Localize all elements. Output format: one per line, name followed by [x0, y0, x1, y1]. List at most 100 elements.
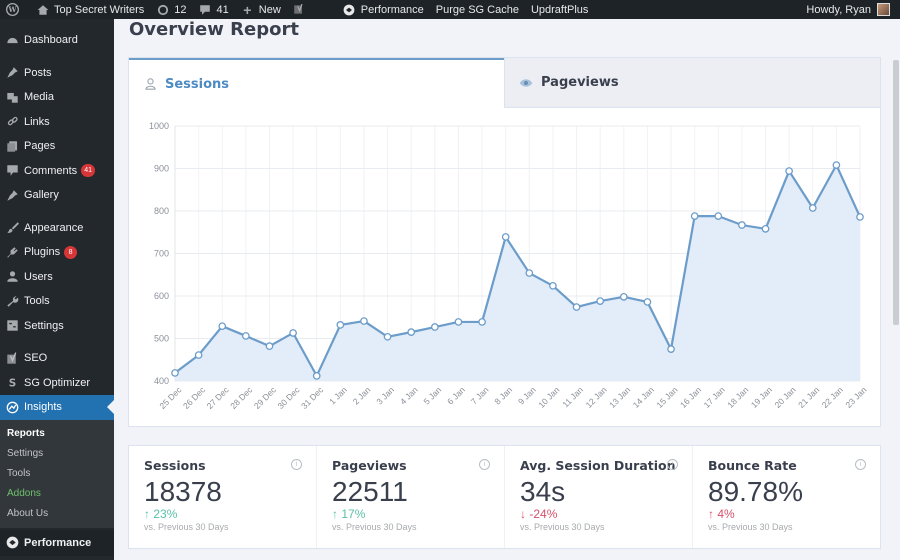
- sidebar-item-dashboard[interactable]: Dashboard: [0, 28, 114, 53]
- brush-icon: [5, 221, 19, 235]
- tab-label: Pageviews: [541, 75, 619, 90]
- data-point: [265, 342, 274, 350]
- data-point: [430, 323, 439, 331]
- stat-card-sessions: Sessions i 18378 ↑ 23% vs. Previous 30 Days: [129, 446, 316, 548]
- comment-icon: [199, 3, 212, 16]
- sidebar-label: Links: [24, 115, 50, 128]
- stat-change: ↓ -24%: [520, 507, 677, 521]
- submenu-reports[interactable]: Reports: [0, 424, 114, 444]
- purge-cache-link[interactable]: Purge SG Cache: [430, 0, 525, 19]
- data-point: [478, 318, 486, 326]
- sessions-chart: 400 500 600 700 800 900 1000 25 Dec26 Dec27 Dec…: [149, 121, 869, 411]
- stat-card-bounce-rate: Bounce Rate i 89.78% ↑ 4% vs. Previous 30 Da…: [693, 446, 880, 548]
- data-point: [738, 221, 746, 229]
- sidebar-item-posts[interactable]: Posts: [0, 61, 114, 86]
- sidebar-item-pages[interactable]: Pages: [0, 134, 114, 159]
- sidebar-item-gallery[interactable]: Gallery: [0, 183, 114, 208]
- sidebar-item-settings[interactable]: Settings: [0, 314, 114, 339]
- user-icon: [5, 270, 19, 284]
- comments-badge: 41: [81, 164, 95, 178]
- tab-pageviews[interactable]: Pageviews: [504, 58, 880, 108]
- sidebar-item-plugins[interactable]: Plugins 8: [0, 240, 114, 265]
- sidebar-label: Users: [24, 270, 53, 283]
- comments-menu[interactable]: 41: [193, 0, 235, 19]
- updraftplus-menu[interactable]: UpdraftPlus: [525, 0, 594, 19]
- data-point: [761, 225, 770, 233]
- stat-title: Pageviews: [332, 458, 407, 473]
- plugins-badge: 8: [64, 245, 78, 259]
- admin-sidebar: Dashboard Posts Media Links Pages Commen…: [0, 19, 114, 560]
- info-icon[interactable]: i: [479, 459, 490, 470]
- new-content-menu[interactable]: + New: [235, 0, 287, 19]
- stat-compare: vs. Previous 30 Days: [332, 522, 417, 532]
- stat-change: ↑ 17%: [332, 507, 489, 521]
- submenu-tools[interactable]: Tools: [0, 464, 114, 484]
- submenu-about-us[interactable]: About Us: [0, 504, 114, 524]
- yoast-icon: [5, 351, 19, 365]
- data-point: [242, 332, 250, 340]
- plus-icon: +: [243, 1, 252, 18]
- data-point: [454, 318, 463, 326]
- wrench-icon: [5, 294, 19, 308]
- sidebar-label: Posts: [24, 66, 52, 79]
- stat-card-pageviews: Pageviews i 22511 ↑ 17% vs. Previous 30 Days: [317, 446, 504, 548]
- updraftplus-label: UpdraftPlus: [530, 3, 589, 16]
- sidebar-item-media[interactable]: Media: [0, 85, 114, 110]
- sidebar-label: Settings: [24, 319, 64, 332]
- data-point: [218, 322, 227, 331]
- submenu-addons[interactable]: Addons: [0, 484, 114, 504]
- sidebar-item-comments[interactable]: Comments 41: [0, 159, 114, 184]
- yoast-menu[interactable]: [287, 0, 317, 19]
- stat-value: 22511: [332, 476, 408, 507]
- data-point: [596, 297, 605, 305]
- sidebar-label: Pages: [24, 140, 56, 153]
- sidebar-label: Performance: [24, 536, 92, 549]
- sidebar-item-appearance[interactable]: Appearance: [0, 216, 114, 241]
- x-tick-label: 4 Jan: [398, 385, 420, 407]
- sidebar-item-performance[interactable]: Performance: [0, 529, 114, 556]
- data-point: [832, 161, 841, 169]
- wp-logo-menu[interactable]: W: [0, 0, 30, 19]
- x-tick-label: 3 Jan: [374, 385, 396, 407]
- x-tick-label: 19 Jan: [749, 385, 774, 410]
- sidebar-item-sg-optimizer[interactable]: S SG Optimizer: [0, 371, 114, 396]
- data-point: [667, 345, 675, 353]
- data-point: [808, 204, 817, 212]
- data-point: [643, 298, 652, 306]
- y-tick-label: 700: [154, 249, 169, 259]
- sidebar-item-links[interactable]: Links: [0, 110, 114, 135]
- tab-label: Sessions: [165, 76, 230, 92]
- page-scrollbar[interactable]: [893, 60, 899, 325]
- info-icon[interactable]: i: [291, 459, 302, 470]
- site-name: Top Secret Writers: [54, 3, 145, 16]
- x-tick-label: 10 Jan: [536, 385, 561, 410]
- stat-card-avg-session-duration: Avg. Session Duration i 34s ↓ -24% vs. Previ…: [505, 446, 692, 548]
- sg-icon: S: [5, 376, 19, 390]
- y-tick-label: 900: [154, 164, 169, 174]
- performance-menu[interactable]: Performance: [337, 0, 430, 19]
- account-menu[interactable]: Howdy, Ryan: [806, 0, 890, 19]
- x-tick-label: 11 Jan: [560, 385, 585, 410]
- x-tick-label: 30 Dec: [275, 384, 302, 411]
- info-icon[interactable]: i: [667, 459, 678, 470]
- y-tick-label: 600: [154, 291, 169, 301]
- sidebar-item-tools[interactable]: Tools: [0, 289, 114, 314]
- submenu-settings[interactable]: Settings: [0, 444, 114, 464]
- tab-sessions[interactable]: Sessions: [129, 58, 504, 108]
- sidebar-item-users[interactable]: Users: [0, 265, 114, 290]
- stat-change: ↑ 23%: [144, 507, 301, 521]
- sidebar-item-seo[interactable]: SEO: [0, 346, 114, 371]
- wordpress-icon: W: [6, 3, 19, 16]
- updates-menu[interactable]: 12: [150, 0, 192, 19]
- x-tick-label: 1 Jan: [327, 385, 349, 407]
- data-point: [690, 212, 699, 220]
- data-point: [714, 212, 723, 220]
- sidebar-item-insights[interactable]: Insights: [0, 395, 114, 420]
- site-name-menu[interactable]: Top Secret Writers: [30, 0, 150, 19]
- data-point: [785, 167, 793, 175]
- insights-submenu: Reports Settings Tools Addons About Us: [0, 419, 114, 528]
- page-title: Overview Report: [129, 19, 299, 40]
- y-tick-label: 500: [154, 334, 169, 344]
- stat-compare: vs. Previous 30 Days: [708, 522, 793, 532]
- info-icon[interactable]: i: [855, 459, 866, 470]
